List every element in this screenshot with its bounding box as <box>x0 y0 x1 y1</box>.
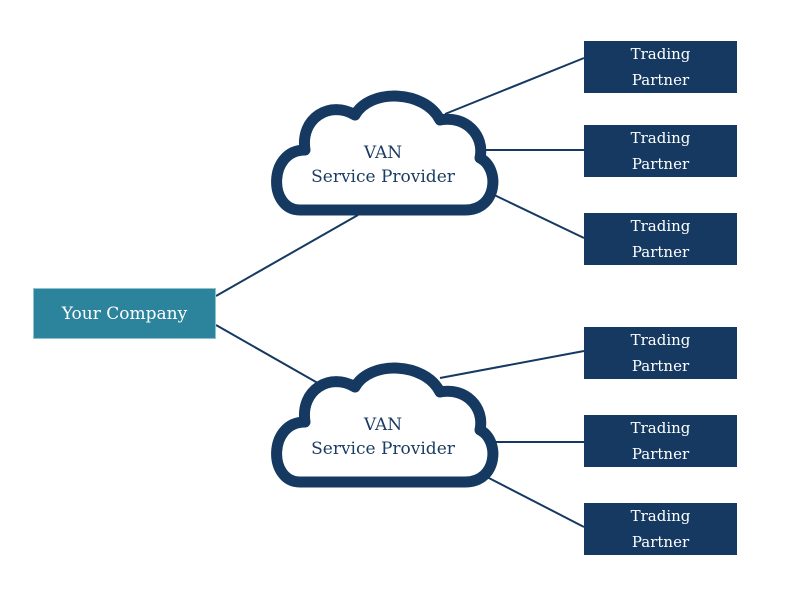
trading-partner-box: Trading Partner <box>584 125 737 177</box>
partner-line2: Partner <box>631 445 690 463</box>
cloud-label-line1: VAN <box>363 415 403 435</box>
partner-line1: Trading <box>630 419 691 437</box>
partner-line2: Partner <box>631 533 690 551</box>
partner-line2: Partner <box>631 71 690 89</box>
partner-line1: Trading <box>630 45 691 63</box>
partner-line1: Trading <box>630 217 691 235</box>
link-cloud1-partner3 <box>487 191 585 239</box>
cloud-label-line2: Service Provider <box>311 439 455 459</box>
partner-line1: Trading <box>630 129 691 147</box>
cloud-label-line2: Service Provider <box>311 167 455 187</box>
van-cloud-1: VAN Service Provider <box>283 141 483 189</box>
your-company-box: Your Company <box>33 288 216 339</box>
link-company-cloud1 <box>215 214 359 297</box>
partner-line1: Trading <box>630 507 691 525</box>
trading-partner-box: Trading Partner <box>584 415 737 467</box>
link-cloud1-partner1 <box>444 57 585 115</box>
trading-partner-box: Trading Partner <box>584 41 737 93</box>
partner-line1: Trading <box>630 331 691 349</box>
trading-partner-box: Trading Partner <box>584 213 737 265</box>
trading-partner-box: Trading Partner <box>584 327 737 379</box>
cloud-label-line1: VAN <box>363 143 403 163</box>
company-label: Your Company <box>61 303 188 324</box>
link-cloud2-partner4 <box>439 350 585 379</box>
partner-line2: Partner <box>631 243 690 261</box>
link-company-cloud2 <box>215 324 331 391</box>
partner-line2: Partner <box>631 357 690 375</box>
partner-line2: Partner <box>631 155 690 173</box>
link-cloud2-partner6 <box>484 475 585 528</box>
van-cloud-2: VAN Service Provider <box>283 413 483 461</box>
trading-partner-box: Trading Partner <box>584 503 737 555</box>
